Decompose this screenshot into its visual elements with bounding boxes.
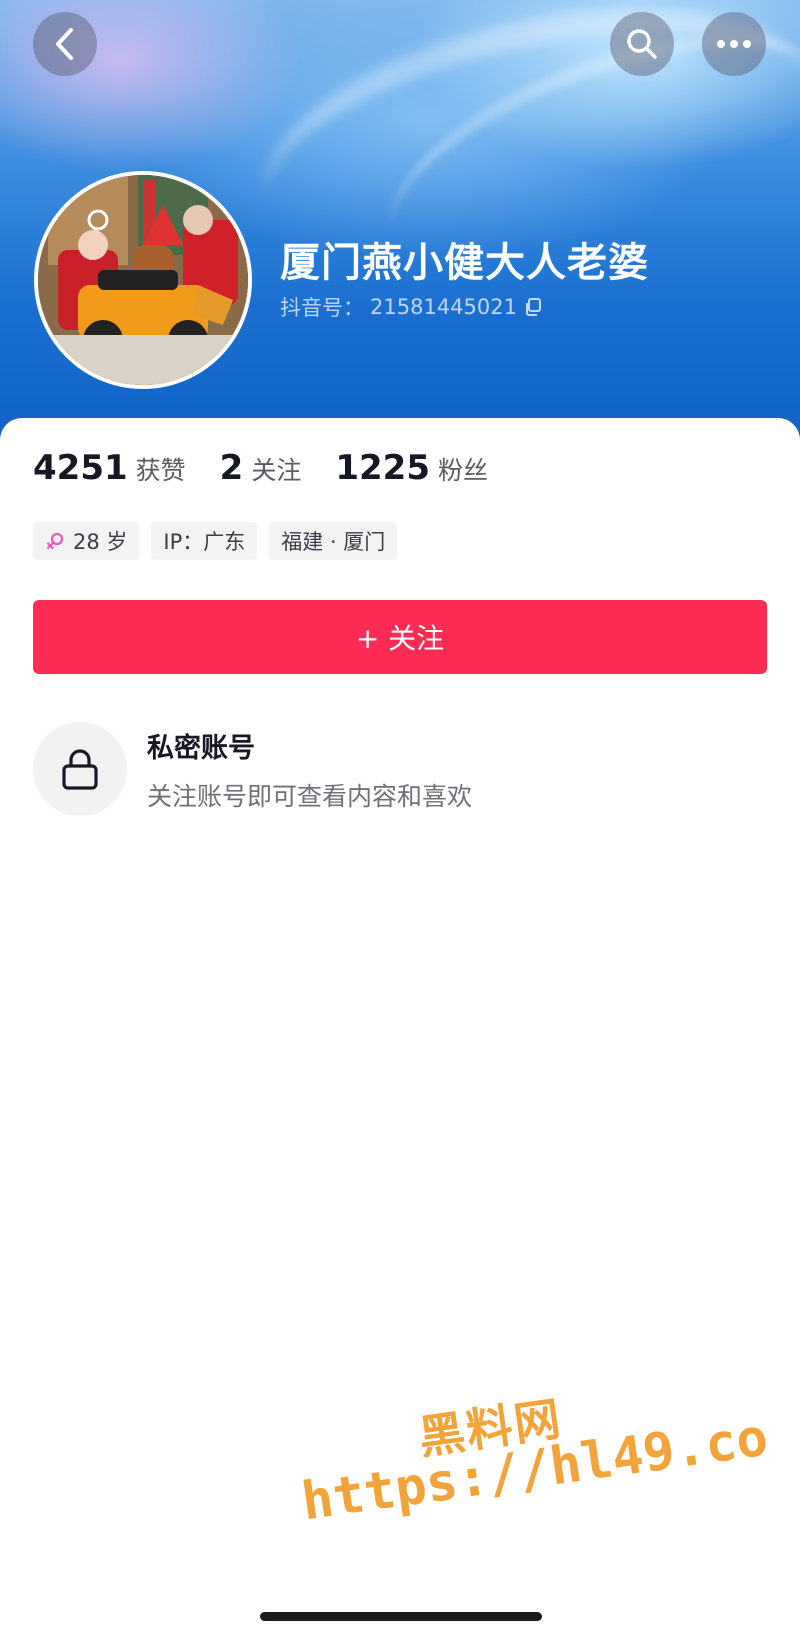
tag-location: 福建 · 厦门 [269, 522, 398, 560]
profile-tags: 28 岁 IP：广东 福建 · 厦门 [33, 522, 398, 560]
avatar[interactable] [34, 171, 252, 389]
tag-ip: IP：广东 [151, 522, 258, 560]
stat-label: 关注 [251, 456, 302, 485]
tag-gender-age: 28 岁 [33, 522, 140, 560]
stat-following[interactable]: 2 关注 [220, 448, 302, 488]
profile-stats: 4251 获赞 2 关注 1225 粉丝 [33, 448, 522, 488]
chevron-left-icon [56, 28, 73, 60]
stat-label: 获赞 [135, 456, 186, 485]
stat-value: 4251 [33, 448, 128, 488]
stat-likes[interactable]: 4251 获赞 [33, 448, 186, 488]
lock-badge [33, 722, 127, 816]
stat-followers[interactable]: 1225 粉丝 [335, 448, 488, 488]
profile-name: 厦门燕小健大人老婆 [280, 240, 649, 286]
more-horizontal-icon [717, 40, 751, 48]
follow-button[interactable]: + 关注 [33, 600, 767, 674]
more-options-button[interactable] [702, 12, 766, 76]
tag-ip-text: IP：广东 [163, 530, 246, 554]
stat-value: 1225 [335, 448, 430, 488]
tag-gender-age-text: 28 岁 [73, 530, 128, 554]
copy-icon[interactable] [523, 297, 543, 317]
stat-value: 2 [219, 448, 244, 488]
avatar-photo [38, 175, 248, 385]
search-button[interactable] [610, 12, 674, 76]
female-icon [46, 532, 64, 550]
private-subtitle: 关注账号即可查看内容和喜欢 [147, 781, 473, 811]
stat-label: 粉丝 [437, 456, 488, 485]
douyin-id[interactable]: 抖音号： 21581445021 [280, 292, 543, 322]
tag-location-text: 福建 · 厦门 [281, 530, 386, 554]
private-account-notice: 私密账号 关注账号即可查看内容和喜欢 [33, 722, 472, 816]
search-icon [627, 29, 657, 59]
back-button[interactable] [33, 12, 97, 76]
douyin-id-value: 21581445021 [370, 295, 517, 319]
private-title: 私密账号 [147, 732, 255, 764]
douyin-id-label: 抖音号： [280, 296, 364, 320]
home-indicator[interactable] [260, 1612, 542, 1621]
lock-icon [62, 749, 98, 790]
private-text: 私密账号 关注账号即可查看内容和喜欢 [147, 726, 472, 813]
